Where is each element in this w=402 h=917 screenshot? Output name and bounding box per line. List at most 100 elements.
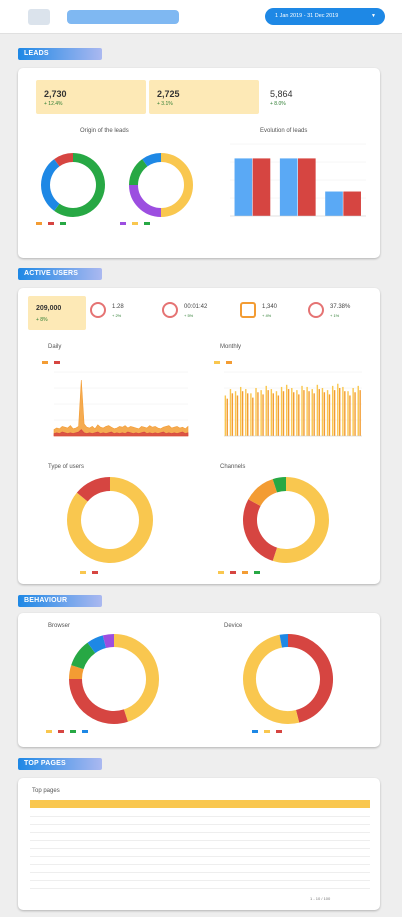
donut-slice-b	[129, 184, 162, 217]
report-title	[67, 10, 179, 24]
channels-legend	[214, 570, 262, 575]
table-row	[30, 832, 370, 841]
donut-slice-c	[129, 159, 148, 186]
donut-slice-a	[160, 153, 193, 217]
leads-kpi-3: 5,864 + 8.0%	[262, 80, 352, 114]
column-header[interactable]	[220, 800, 258, 808]
table-row	[30, 872, 370, 881]
donut-slice-b	[76, 477, 111, 502]
monthly-legend	[210, 360, 234, 365]
donut-slice-d	[71, 642, 96, 670]
table-pagination[interactable]: 1 - 10 / 100	[310, 896, 330, 901]
kpi-value: 2,725	[157, 89, 180, 99]
evolution-bar-chart	[230, 143, 366, 217]
kpi-change: + 1%	[330, 313, 340, 318]
browser-donut-chart	[69, 634, 159, 724]
bar	[279, 158, 298, 216]
bar	[247, 393, 249, 436]
bar	[357, 385, 359, 436]
origin-donut-chart-2	[129, 153, 193, 217]
kpi-value: 00:01:42	[184, 304, 208, 310]
donut-slice-b	[69, 678, 128, 724]
kpi-value: 37.38%	[330, 304, 351, 310]
kpi-value: 2,730	[44, 89, 67, 99]
origin-legend-1	[32, 221, 68, 226]
bar	[252, 158, 271, 216]
bar	[257, 392, 259, 436]
bar	[325, 191, 343, 216]
bar	[301, 385, 303, 436]
bar	[277, 395, 280, 436]
channels-chart-title: Channels	[220, 464, 246, 470]
logo	[28, 9, 50, 25]
bar	[231, 393, 234, 436]
bar	[333, 390, 336, 436]
bar	[311, 389, 313, 436]
bar	[280, 386, 283, 436]
table-row	[30, 808, 370, 817]
users-kpi-2: 1.28 + 2%	[90, 298, 156, 326]
bar	[354, 392, 356, 436]
leads-kpi-1: 2,730 + 12.4%	[36, 80, 146, 114]
table-header	[30, 800, 370, 808]
top-pages-card: Top pages 1 - 10 / 100	[18, 778, 380, 910]
bar	[234, 391, 237, 436]
active-users-card: 209,000 + 8% 1.28 + 2% 00:01:42 + 5% 1,3…	[18, 288, 380, 584]
column-header[interactable]	[332, 800, 370, 808]
bar	[275, 391, 278, 436]
bar	[260, 390, 262, 436]
device-chart-title: Device	[224, 623, 243, 629]
browser-legend	[42, 729, 90, 734]
monthly-bar-chart	[224, 371, 362, 437]
daily-legend	[38, 360, 62, 365]
bar	[252, 397, 254, 436]
kpi-value: 1,340	[262, 304, 278, 310]
donut-slice-b	[41, 159, 60, 211]
kpi-change: + 2%	[112, 313, 122, 318]
kpi-change: + 8.0%	[270, 101, 286, 107]
leads-card: 2,730 + 12.4% 2,725 + 3.1% 5,864 + 8.0% …	[18, 68, 380, 258]
bar	[321, 388, 324, 436]
kpi-change: + 8%	[36, 317, 48, 323]
channels-donut-chart	[243, 477, 329, 563]
bar	[318, 389, 320, 436]
bar	[323, 392, 326, 436]
bar	[282, 391, 285, 436]
donut-slice-d	[272, 477, 287, 493]
table-row	[30, 864, 370, 873]
table-row	[30, 816, 370, 825]
bar	[265, 385, 267, 436]
bar	[255, 388, 257, 436]
table-row	[30, 856, 370, 865]
kpi-change: + 12.4%	[44, 101, 63, 107]
device-legend	[248, 729, 284, 734]
column-header[interactable]	[30, 800, 220, 808]
bar	[359, 390, 361, 436]
table-row	[30, 880, 370, 889]
bar	[331, 385, 334, 436]
kpi-value: 1.28	[112, 304, 124, 310]
section-label-active-users: ACTIVE USERS	[18, 268, 102, 280]
date-range-picker[interactable]: 1 Jan 2019 - 31 Dec 2019 ▼	[265, 8, 385, 25]
date-range-label: 1 Jan 2019 - 31 Dec 2019	[275, 13, 339, 19]
donut-slice-b	[243, 499, 278, 561]
bar	[352, 388, 354, 436]
user-types-legend	[76, 570, 100, 575]
bar	[303, 390, 305, 436]
bar	[272, 393, 274, 436]
bar	[236, 395, 239, 436]
bar	[267, 390, 269, 436]
evolution-chart-title: Evolution of leads	[260, 128, 308, 134]
users-kpi-1: 209,000 + 8%	[28, 296, 86, 330]
donut-slice-a	[272, 477, 329, 563]
bar	[328, 394, 331, 436]
bar	[316, 384, 319, 436]
chevron-down-icon: ▼	[371, 13, 376, 19]
origin-chart-title: Origin of the leads	[80, 128, 129, 134]
users-kpi-5: 37.38% + 1%	[308, 298, 374, 326]
table-row	[30, 840, 370, 849]
column-header[interactable]	[295, 800, 333, 808]
column-header[interactable]	[257, 800, 295, 808]
table-row	[30, 848, 370, 857]
section-label-behaviour: BEHAVIOUR	[18, 595, 102, 607]
